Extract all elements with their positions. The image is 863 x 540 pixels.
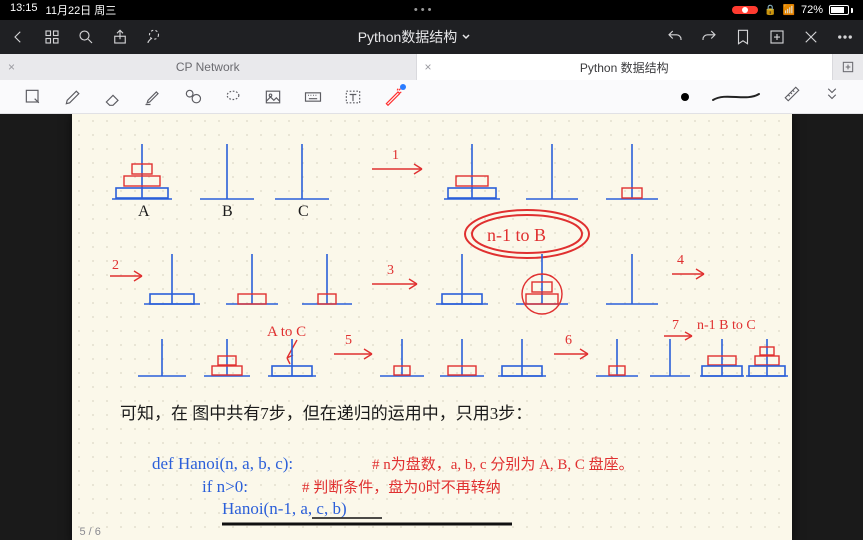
close-button[interactable] bbox=[801, 27, 821, 47]
svg-text:1: 1 bbox=[392, 148, 399, 163]
svg-text:B: B bbox=[222, 203, 233, 220]
more-button[interactable] bbox=[835, 27, 855, 47]
shape-tool[interactable] bbox=[182, 86, 204, 108]
page-indicator: 5 / 6 bbox=[80, 526, 101, 538]
search-button[interactable] bbox=[76, 27, 96, 47]
svg-text:3: 3 bbox=[387, 263, 394, 278]
svg-text:7: 7 bbox=[672, 318, 679, 333]
tab-label: CP Network bbox=[10, 60, 406, 74]
app-toolbar: Python数据结构 bbox=[0, 20, 863, 54]
collapse-toolbar-button[interactable] bbox=[823, 85, 841, 108]
redo-button[interactable] bbox=[699, 27, 719, 47]
lasso-button[interactable] bbox=[144, 27, 164, 47]
status-bar: 13:15 11月22日 周三 ••• 🔒 📶 72% bbox=[0, 0, 863, 20]
svg-text:if n>0:: if n>0: bbox=[202, 477, 248, 496]
status-time: 13:15 bbox=[10, 2, 38, 18]
svg-text:4: 4 bbox=[677, 253, 684, 268]
pen-toolbar bbox=[0, 80, 863, 114]
zoom-tool[interactable] bbox=[22, 86, 44, 108]
svg-text:C: C bbox=[298, 203, 309, 220]
battery-icon bbox=[829, 5, 853, 15]
grid-view-button[interactable] bbox=[42, 27, 62, 47]
back-button[interactable] bbox=[8, 27, 28, 47]
status-notch-dots: ••• bbox=[414, 4, 435, 16]
ruler-tool[interactable] bbox=[783, 85, 801, 108]
text-tool[interactable] bbox=[342, 86, 364, 108]
orientation-lock-icon: 🔒 bbox=[764, 5, 776, 16]
svg-text:A to C: A to C bbox=[267, 324, 306, 340]
plus-in-box-icon bbox=[841, 60, 855, 74]
svg-text:n-1 B to C: n-1 B to C bbox=[697, 318, 756, 333]
recording-indicator[interactable] bbox=[732, 6, 758, 14]
keyboard-tool[interactable] bbox=[302, 86, 324, 108]
svg-text:Hanoi(n-1, a, c, b): Hanoi(n-1, a, c, b) bbox=[222, 499, 347, 518]
document-title[interactable]: Python数据结构 bbox=[178, 27, 651, 47]
svg-text:5: 5 bbox=[345, 333, 352, 348]
svg-text:# 判断条件，盘为0时不再转纳: # 判断条件，盘为0时不再转纳 bbox=[302, 478, 501, 496]
canvas-area[interactable]: A B C 1 n-1 to B 2 bbox=[0, 114, 863, 540]
wifi-icon: 📶 bbox=[783, 5, 795, 16]
eraser-tool[interactable] bbox=[102, 86, 124, 108]
bookmark-button[interactable] bbox=[733, 27, 753, 47]
svg-text:2: 2 bbox=[112, 258, 119, 273]
tab-strip: × CP Network × Python 数据结构 bbox=[0, 54, 863, 80]
undo-button[interactable] bbox=[665, 27, 685, 47]
image-tool[interactable] bbox=[262, 86, 284, 108]
svg-text:A: A bbox=[138, 203, 150, 220]
stroke-width-picker[interactable] bbox=[711, 90, 761, 104]
battery-percent: 72% bbox=[801, 4, 823, 16]
svg-text:n-1 to B: n-1 to B bbox=[487, 225, 546, 245]
share-button[interactable] bbox=[110, 27, 130, 47]
highlighter-tool[interactable] bbox=[142, 86, 164, 108]
svg-text:def Hanoi(n, a, b, c):: def Hanoi(n, a, b, c): bbox=[152, 454, 293, 473]
close-tab-icon[interactable]: × bbox=[8, 60, 15, 74]
bluetooth-dot-icon bbox=[400, 84, 406, 90]
tab-python[interactable]: × Python 数据结构 bbox=[417, 54, 834, 80]
svg-text:6: 6 bbox=[565, 333, 572, 348]
tab-label: Python 数据结构 bbox=[427, 59, 823, 76]
svg-text:# n为盘数，a, b, c 分别为 A, B, C 盘座。: # n为盘数，a, b, c 分别为 A, B, C 盘座。 bbox=[372, 455, 634, 473]
status-date: 11月22日 周三 bbox=[46, 2, 117, 18]
note-page[interactable]: A B C 1 n-1 to B 2 bbox=[72, 114, 792, 540]
color-picker[interactable] bbox=[681, 93, 689, 101]
close-tab-icon[interactable]: × bbox=[425, 60, 432, 74]
pen-tool[interactable] bbox=[62, 86, 84, 108]
svg-text:可知，在 图中共有7步，但在递归的运用中，只用3步：: 可知，在 图中共有7步，但在递归的运用中，只用3步： bbox=[120, 404, 532, 423]
add-page-button[interactable] bbox=[767, 27, 787, 47]
lasso-tool[interactable] bbox=[222, 86, 244, 108]
handwriting-layer: A B C 1 n-1 to B 2 bbox=[72, 114, 792, 540]
chevron-down-icon bbox=[461, 32, 471, 42]
tab-cp-network[interactable]: × CP Network bbox=[0, 54, 417, 80]
laser-pointer-tool[interactable] bbox=[382, 86, 404, 108]
add-tab-button[interactable] bbox=[833, 54, 863, 80]
